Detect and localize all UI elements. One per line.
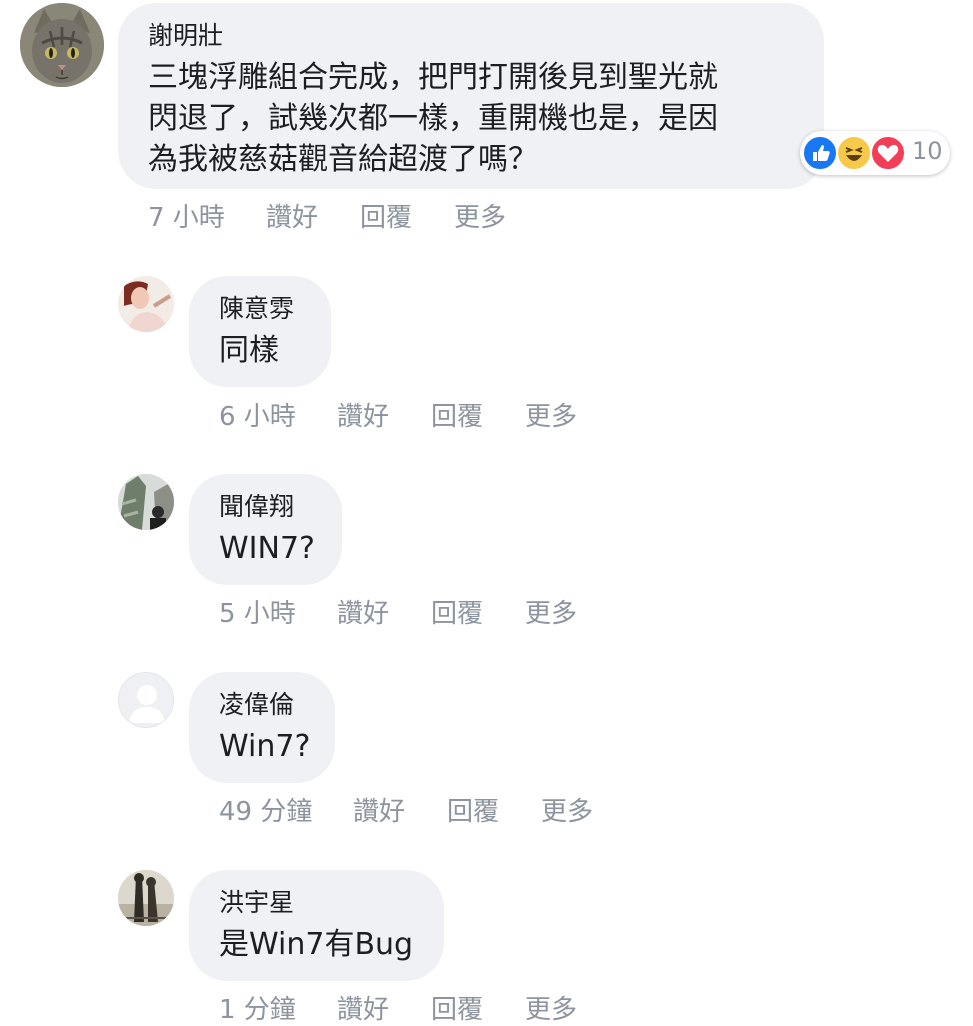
- comment-text: Win7?: [219, 729, 311, 764]
- more-button[interactable]: 更多: [525, 989, 577, 1026]
- reply-button[interactable]: 回覆: [431, 989, 483, 1026]
- comment-author[interactable]: 洪宇星: [219, 883, 294, 919]
- like-button[interactable]: 讚好: [337, 989, 389, 1026]
- comment-text-line: 為我被慈菇觀音給超渡了嗎？: [148, 142, 538, 177]
- like-button[interactable]: 讚好: [337, 396, 389, 433]
- like-button[interactable]: 讚好: [337, 593, 389, 630]
- reply-button[interactable]: 回覆: [360, 197, 412, 234]
- avatar[interactable]: [118, 870, 174, 926]
- like-icon: [802, 135, 838, 171]
- comment-time[interactable]: 5 小時: [219, 593, 296, 630]
- avatar[interactable]: [118, 276, 174, 332]
- comment-time[interactable]: 7 小時: [148, 197, 225, 234]
- more-button[interactable]: 更多: [541, 791, 593, 828]
- comment-author[interactable]: 謝明壯: [148, 16, 223, 52]
- comment-author[interactable]: 凌偉倫: [219, 685, 294, 721]
- comment-time[interactable]: 49 分鐘: [219, 791, 312, 828]
- comment-author[interactable]: 聞偉翔: [219, 487, 294, 523]
- reply-button[interactable]: 回覆: [431, 396, 483, 433]
- more-button[interactable]: 更多: [454, 197, 506, 234]
- like-button[interactable]: 讚好: [353, 791, 405, 828]
- reply-button[interactable]: 回覆: [431, 593, 483, 630]
- avatar[interactable]: [118, 474, 174, 530]
- comment-text: WIN7?: [219, 531, 315, 566]
- comment-time[interactable]: 1 分鐘: [219, 989, 296, 1026]
- avatar-placeholder[interactable]: [118, 672, 174, 728]
- reaction-count: 10: [912, 137, 943, 165]
- love-icon: [870, 135, 906, 171]
- more-button[interactable]: 更多: [525, 593, 577, 630]
- comment-time[interactable]: 6 小時: [219, 396, 296, 433]
- comment-text: 同樣: [219, 333, 279, 368]
- comment-author[interactable]: 陳意雰: [219, 289, 294, 325]
- like-button[interactable]: 讚好: [266, 197, 318, 234]
- more-button[interactable]: 更多: [525, 396, 577, 433]
- haha-icon: [836, 135, 872, 171]
- avatar-cat[interactable]: [20, 3, 104, 87]
- comment-text: 是Win7有Bug: [219, 927, 414, 962]
- reply-button[interactable]: 回覆: [447, 791, 499, 828]
- comment-text-line: 三塊浮雕組合完成，把門打開後見到聖光就: [148, 60, 718, 95]
- reactions-badge[interactable]: 10: [800, 131, 950, 175]
- comment-text-line: 閃退了，試幾次都一樣，重開機也是，是因: [148, 101, 718, 136]
